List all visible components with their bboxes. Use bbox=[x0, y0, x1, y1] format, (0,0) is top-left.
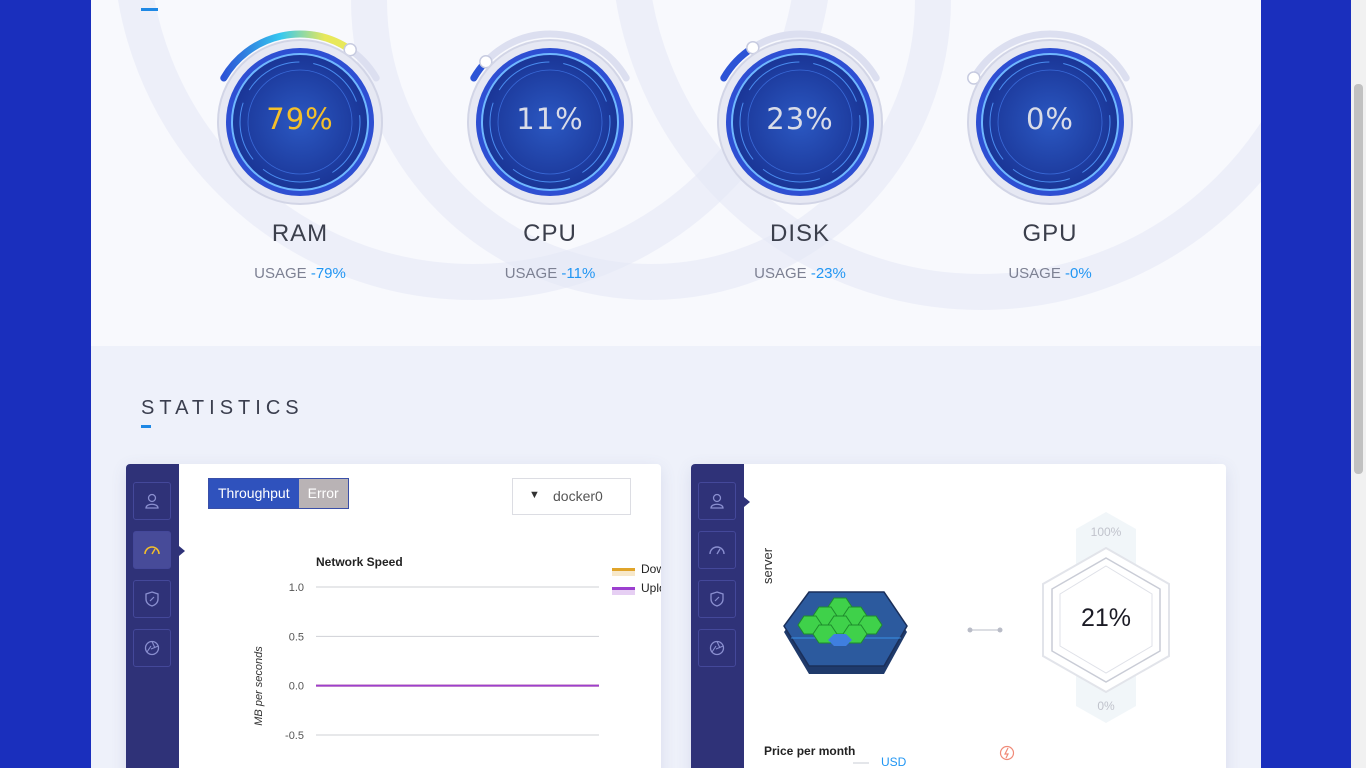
sidebar-security-button[interactable] bbox=[133, 580, 171, 618]
active-indicator-arrow bbox=[744, 497, 750, 507]
section-accent-bar bbox=[141, 8, 158, 11]
usage-value: -23% bbox=[810, 265, 846, 282]
gauge-disk-value: 23% bbox=[766, 102, 834, 136]
sidebar-user-button[interactable] bbox=[698, 482, 736, 520]
scrollbar-thumb[interactable] bbox=[1354, 84, 1363, 474]
chart-tabs: Throughput Error bbox=[208, 478, 349, 509]
shield-icon bbox=[145, 591, 159, 607]
card-sidebar bbox=[126, 464, 179, 768]
y-tick-label: -0.5 bbox=[285, 730, 304, 742]
usage-value: -0% bbox=[1065, 265, 1092, 282]
power-icon[interactable] bbox=[999, 745, 1015, 761]
usage-value: -79% bbox=[310, 265, 346, 282]
legend-swatch-fill bbox=[612, 571, 635, 576]
speedometer-icon bbox=[709, 546, 725, 555]
speedometer-icon bbox=[144, 546, 160, 555]
server-cluster-illustration bbox=[783, 591, 908, 674]
dropdown-arrow-icon: ▼ bbox=[529, 489, 540, 501]
tab-error[interactable]: Error bbox=[298, 479, 348, 508]
aperture-icon bbox=[144, 640, 160, 656]
network-stats-card: Throughput Error ▼ docker0 Network Speed… bbox=[126, 464, 661, 768]
server-vertical-label: server bbox=[760, 547, 775, 584]
y-axis-label: MB per seconds bbox=[253, 646, 265, 726]
main-panel: 79% RAM USAGE -79% 11% CPU USAGE -11% 23… bbox=[91, 0, 1261, 768]
user-icon bbox=[145, 493, 159, 509]
gauge-disk-name: DISK bbox=[769, 220, 830, 247]
usage-label: USAGE bbox=[754, 265, 807, 282]
gauge-disk: 23% DISK USAGE -23% bbox=[710, 14, 890, 294]
sidebar-security-button[interactable] bbox=[698, 580, 736, 618]
legend-label: Upload bbox=[641, 581, 661, 595]
gauge-ram-usage: USAGE -79% bbox=[210, 265, 390, 282]
gauge-gpu-name: GPU bbox=[1022, 220, 1078, 247]
sidebar-aperture-button[interactable] bbox=[698, 629, 736, 667]
statistics-heading: STATISTICS bbox=[141, 397, 304, 419]
tab-throughput[interactable]: Throughput bbox=[209, 479, 299, 508]
gauge-gpu-value: 0% bbox=[1025, 102, 1074, 136]
statistics-accent-bar bbox=[141, 425, 151, 428]
server-stats-card: server 100% 21% 0% Price per month USD bbox=[691, 464, 1226, 768]
usage-label: USAGE bbox=[254, 265, 307, 282]
aperture-icon bbox=[709, 640, 725, 656]
usage-label: USAGE bbox=[504, 265, 558, 282]
page-scrollbar[interactable] bbox=[1351, 0, 1366, 768]
currency-legend-line bbox=[853, 762, 869, 764]
hex-bottom-label: 0% bbox=[1097, 699, 1115, 713]
gauge-cpu-value: 11% bbox=[516, 102, 584, 136]
legend-swatch bbox=[612, 587, 635, 590]
interface-select-value: docker0 bbox=[553, 488, 603, 504]
legend-swatch-fill bbox=[612, 590, 635, 595]
sidebar-aperture-button[interactable] bbox=[133, 629, 171, 667]
gauge-cpu-usage: USAGE -11% bbox=[460, 265, 640, 282]
gauge-ram: 79% RAM USAGE -79% bbox=[210, 14, 390, 294]
price-label: Price per month bbox=[764, 744, 856, 758]
gauge-gpu-usage: USAGE -0% bbox=[960, 265, 1140, 282]
y-tick-label: 0.5 bbox=[289, 631, 304, 643]
network-speed-chart: Network Speed 1.0 0.5 0.0 -0.5 MB per seconds… bbox=[253, 555, 661, 742]
gauge-cpu-name: CPU bbox=[523, 220, 577, 247]
gauge-disk-usage: USAGE -23% bbox=[710, 265, 890, 282]
user-icon bbox=[710, 493, 724, 509]
gauge-gpu: 0% GPU USAGE -0% bbox=[960, 14, 1140, 294]
chart-title: Network Speed bbox=[316, 555, 403, 569]
gauge-cpu: 11% CPU USAGE -11% bbox=[460, 14, 640, 294]
gauge-ram-name: RAM bbox=[271, 220, 329, 247]
hex-value: 21% bbox=[1080, 604, 1132, 632]
shield-icon bbox=[710, 591, 724, 607]
usage-label: USAGE bbox=[1008, 265, 1061, 282]
resource-gauges-section: 79% RAM USAGE -79% 11% CPU USAGE -11% 23… bbox=[91, 0, 1261, 346]
y-tick-label: 1.0 bbox=[289, 582, 304, 594]
sidebar-speed-button[interactable] bbox=[133, 531, 171, 569]
usage-value: -11% bbox=[561, 265, 596, 282]
currency-label: USD bbox=[881, 755, 907, 768]
y-tick-label: 0.0 bbox=[289, 681, 304, 693]
legend-label: Downloa bbox=[641, 562, 661, 576]
active-indicator-arrow bbox=[179, 546, 185, 556]
gauge-ram-value: 79% bbox=[266, 102, 334, 136]
sidebar-speed-button[interactable] bbox=[698, 531, 736, 569]
interface-select[interactable]: ▼ docker0 bbox=[512, 478, 631, 515]
sidebar-user-button[interactable] bbox=[133, 482, 171, 520]
connector-icon bbox=[967, 627, 1003, 633]
card-sidebar bbox=[691, 464, 744, 768]
legend-swatch bbox=[612, 568, 635, 571]
